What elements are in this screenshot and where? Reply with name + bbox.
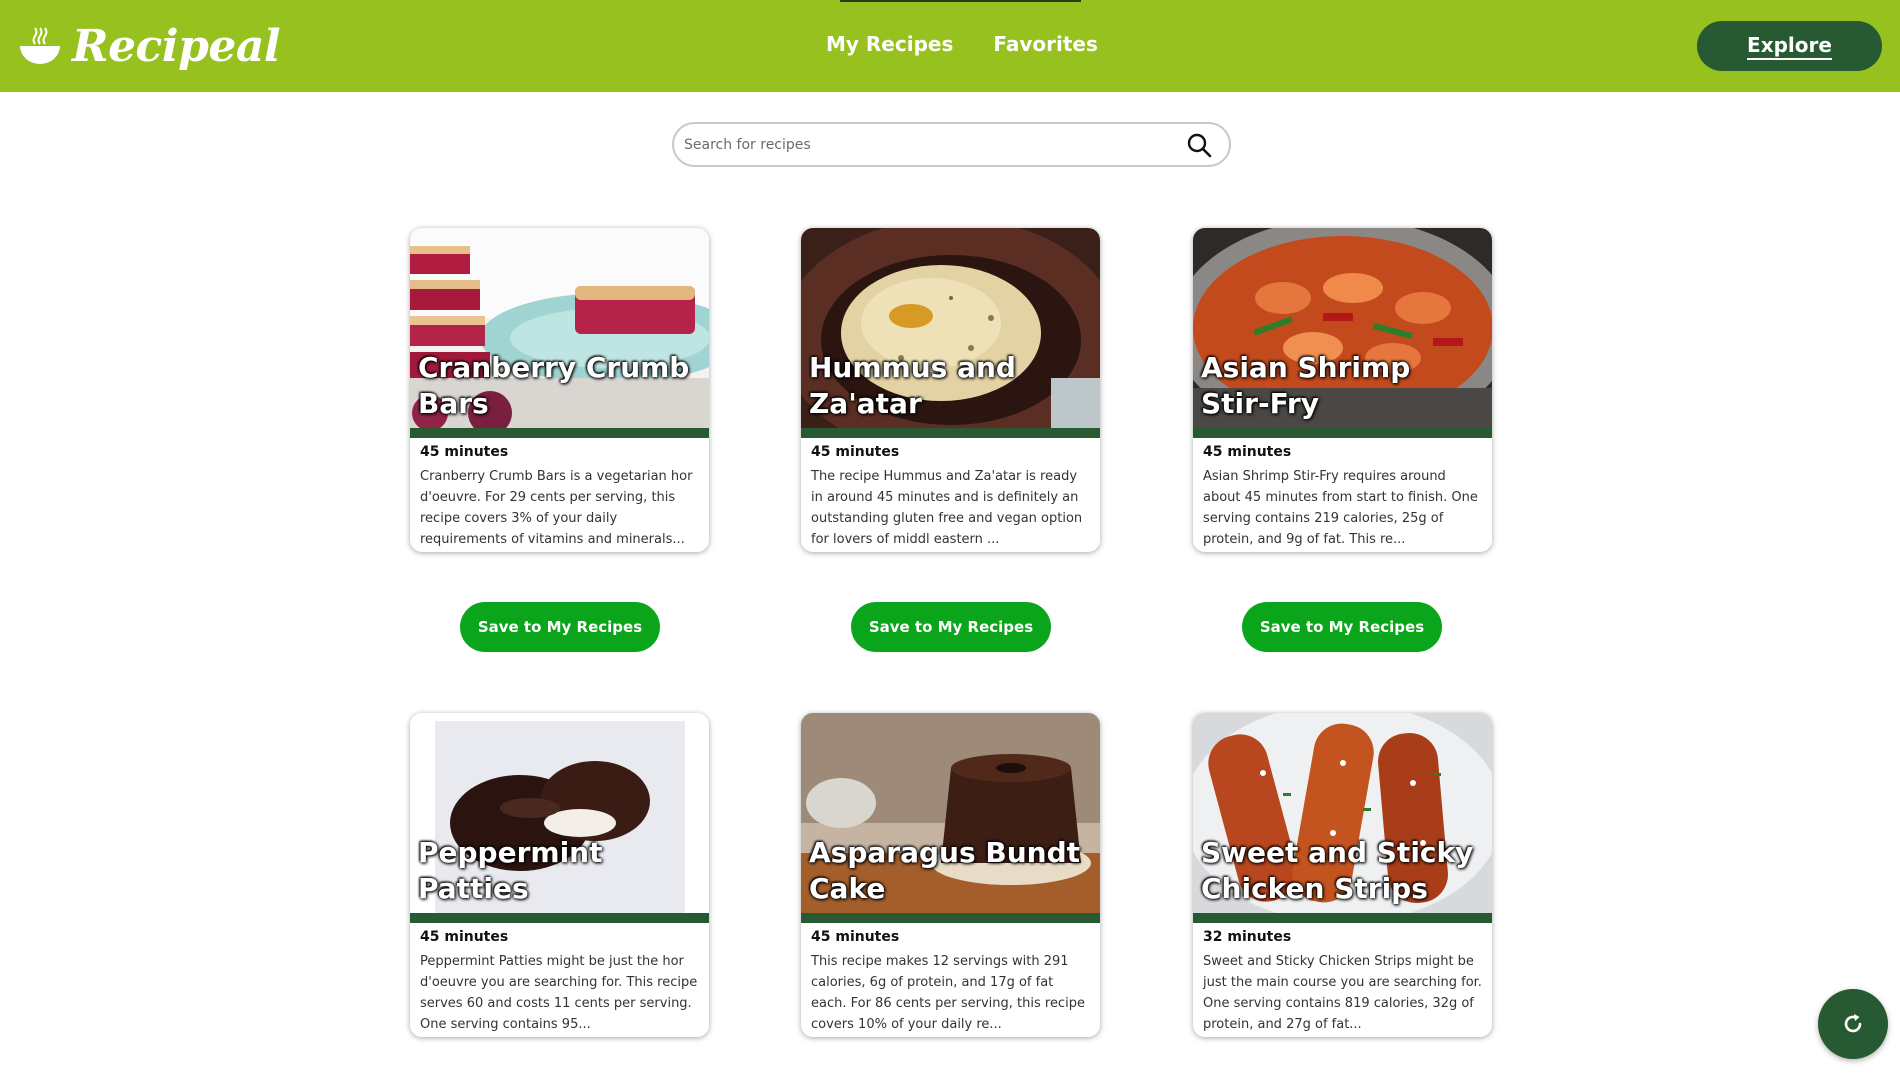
refresh-button[interactable] bbox=[1818, 989, 1888, 1059]
explore-button[interactable]: Explore bbox=[1697, 21, 1882, 71]
save-to-my-recipes-button[interactable]: Save to My Recipes bbox=[851, 602, 1051, 652]
search-icon[interactable] bbox=[1185, 131, 1213, 159]
divider bbox=[410, 913, 709, 923]
explore-button-label: Explore bbox=[1747, 33, 1832, 60]
search-bar bbox=[672, 122, 1231, 167]
divider bbox=[1193, 428, 1492, 438]
recipe-description: Cranberry Crumb Bars is a vegetarian hor… bbox=[420, 469, 693, 547]
brand-name: Recipeal bbox=[72, 20, 281, 72]
recipe-time: 45 minutes bbox=[420, 444, 509, 460]
recipe-time: 45 minutes bbox=[420, 929, 509, 945]
recipe-image: Hummus and Za'atar bbox=[801, 228, 1100, 428]
recipe-time: 45 minutes bbox=[811, 444, 900, 460]
divider bbox=[410, 428, 709, 438]
recipe-title: Asian Shrimp Stir-Fry bbox=[1201, 351, 1411, 420]
nav-favorites[interactable]: Favorites bbox=[993, 32, 1098, 56]
main-nav: My Recipes Favorites bbox=[826, 32, 1098, 56]
recipe-description: Peppermint Patties might be just the hor… bbox=[420, 954, 698, 1032]
recipe-time: 45 minutes bbox=[811, 929, 900, 945]
divider bbox=[1193, 913, 1492, 923]
nav-active-indicator bbox=[840, 0, 1081, 2]
recipe-image: Cranberry Crumb Bars bbox=[410, 228, 709, 428]
save-to-my-recipes-button[interactable]: Save to My Recipes bbox=[1242, 602, 1442, 652]
recipe-title: Hummus and Za'atar bbox=[809, 351, 1016, 420]
recipe-image: Asian Shrimp Stir-Fry bbox=[1193, 228, 1492, 428]
recipe-description: Sweet and Sticky Chicken Strips might be… bbox=[1203, 954, 1482, 1032]
recipe-card[interactable]: Cranberry Crumb Bars 45 minutes Cranberr… bbox=[410, 228, 709, 552]
recipe-image: Peppermint Patties bbox=[410, 713, 709, 913]
recipe-card[interactable]: Asian Shrimp Stir-Fry 45 minutes Asian S… bbox=[1193, 228, 1492, 552]
recipe-title: Peppermint Patties bbox=[418, 836, 603, 905]
search-input[interactable] bbox=[684, 136, 1185, 153]
recipe-description: This recipe makes 12 servings with 291 c… bbox=[811, 954, 1085, 1032]
steaming-bowl-icon bbox=[20, 27, 60, 64]
recipe-title: Sweet and Sticky Chicken Strips bbox=[1201, 836, 1474, 905]
recipe-image: Asparagus Bundt Cake bbox=[801, 713, 1100, 913]
recipe-card[interactable]: Asparagus Bundt Cake 45 minutes This rec… bbox=[801, 713, 1100, 1037]
divider bbox=[801, 913, 1100, 923]
recipe-time: 32 minutes bbox=[1203, 929, 1292, 945]
recipe-title: Asparagus Bundt Cake bbox=[809, 836, 1081, 905]
recipe-card[interactable]: Hummus and Za'atar 45 minutes The recipe… bbox=[801, 228, 1100, 552]
recipe-time: 45 minutes bbox=[1203, 444, 1292, 460]
refresh-icon bbox=[1844, 1014, 1862, 1033]
recipe-description: The recipe Hummus and Za'atar is ready i… bbox=[811, 469, 1083, 547]
nav-my-recipes[interactable]: My Recipes bbox=[826, 32, 953, 56]
recipe-description: Asian Shrimp Stir-Fry requires around ab… bbox=[1203, 469, 1478, 547]
recipe-card[interactable]: Sweet and Sticky Chicken Strips 32 minut… bbox=[1193, 713, 1492, 1037]
recipe-title: Cranberry Crumb Bars bbox=[418, 351, 690, 420]
recipe-card[interactable]: Peppermint Patties 45 minutes Peppermint… bbox=[410, 713, 709, 1037]
save-to-my-recipes-button[interactable]: Save to My Recipes bbox=[460, 602, 660, 652]
brand-logo[interactable]: Recipeal bbox=[18, 18, 281, 74]
divider bbox=[801, 428, 1100, 438]
top-header: Recipeal My Recipes Favorites Explore bbox=[0, 0, 1900, 92]
recipe-image: Sweet and Sticky Chicken Strips bbox=[1193, 713, 1492, 913]
